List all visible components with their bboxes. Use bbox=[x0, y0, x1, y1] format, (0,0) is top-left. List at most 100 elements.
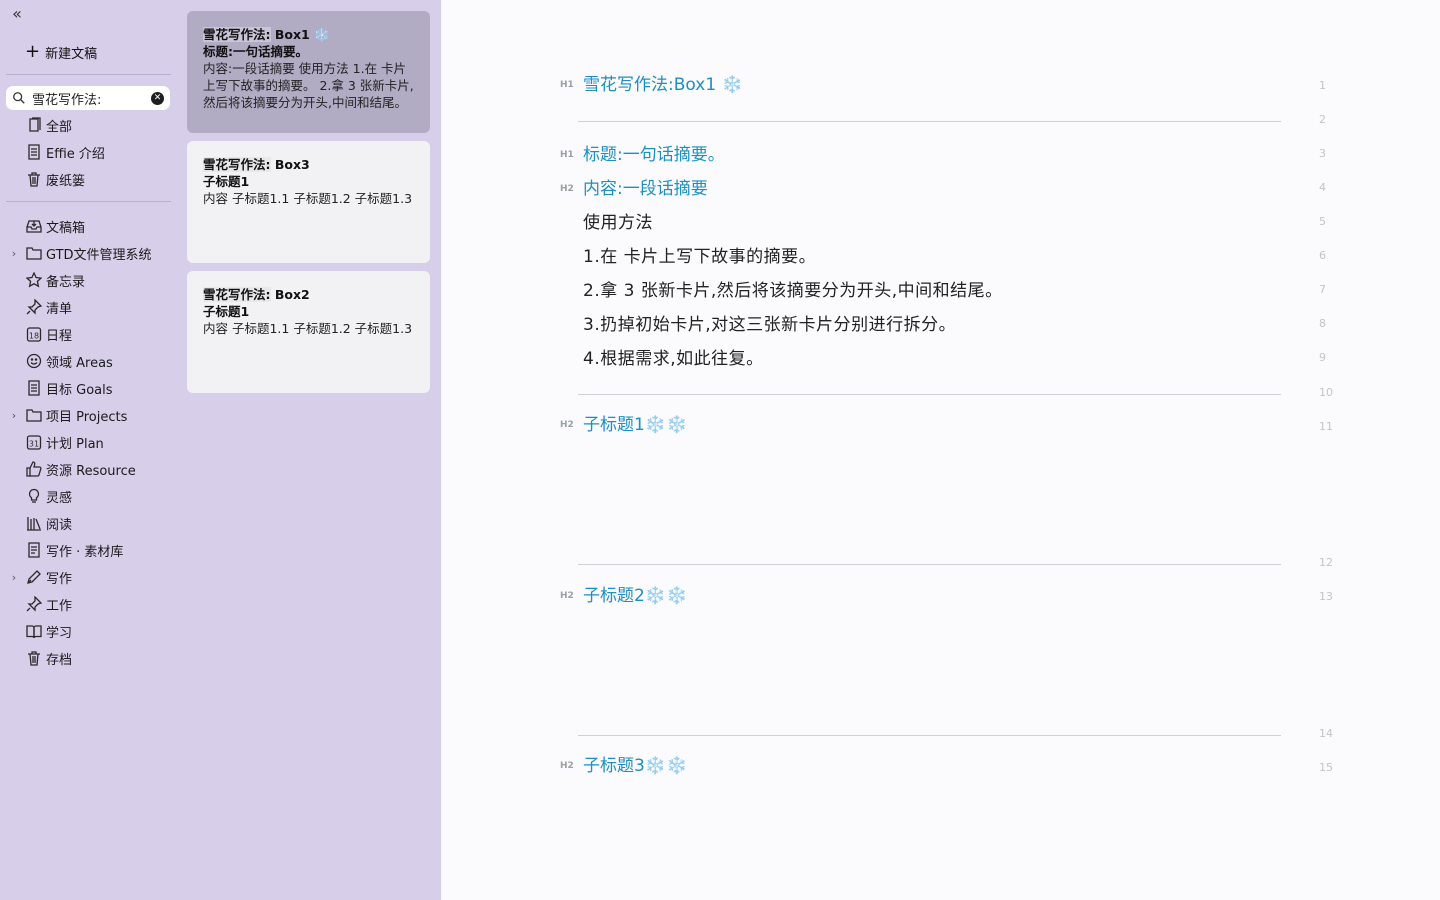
sidebar-item-label: 阅读 bbox=[46, 517, 73, 533]
editor-line[interactable]: 3.扔掉初始卡片,对这三张新卡片分别进行拆分。 bbox=[441, 311, 1440, 339]
sidebar-item-label: 文稿箱 bbox=[46, 220, 86, 236]
heading-text[interactable]: 内容:一段话摘要 bbox=[583, 175, 708, 203]
editor-line[interactable]: 1.在 卡片上写下故事的摘要。 bbox=[441, 243, 1440, 271]
search-box[interactable]: ✕ bbox=[6, 86, 170, 110]
paragraph-text[interactable]: 3.扔掉初始卡片,对这三张新卡片分别进行拆分。 bbox=[583, 311, 956, 339]
heading-text[interactable]: 标题:一句话摘要。 bbox=[583, 141, 725, 169]
card-title: 雪花写作法: Box2 bbox=[203, 286, 414, 303]
heading-text[interactable]: 子标题3❄️❄️ bbox=[583, 752, 687, 780]
heading-level-tag: H1 bbox=[560, 150, 574, 160]
editor-line[interactable]: H2 子标题3❄️❄️ bbox=[441, 752, 1440, 780]
document-list: 雪花写作法: Box1 ❄️ 标题:一句话摘要。 内容:一段话摘要 使用方法 1… bbox=[181, 0, 441, 900]
sidebar-item-goals[interactable]: 目标 Goals bbox=[0, 376, 181, 400]
card-subtitle: 标题:一句话摘要。 bbox=[203, 44, 308, 59]
sidebar-item-label: 写作 bbox=[46, 571, 73, 587]
sidebar-item-label: 写作 · 素材库 bbox=[46, 544, 124, 560]
editor-line[interactable]: 2.拿 3 张新卡片,然后将该摘要分为开头,中间和结尾。 bbox=[441, 277, 1440, 305]
heading-level-tag: H2 bbox=[560, 761, 574, 771]
editor-line[interactable]: 使用方法 bbox=[441, 209, 1440, 237]
document-icon bbox=[25, 380, 42, 397]
editor[interactable]: H1 雪花写作法:Box1 ❄️ 1 2 H1 标题:一句话摘要。 3 H2 内… bbox=[441, 0, 1440, 900]
search-icon bbox=[13, 92, 25, 104]
sidebar-item-label: 计划 Plan bbox=[46, 436, 104, 452]
chevron-right-icon[interactable]: › bbox=[9, 409, 19, 422]
sidebar-item-study[interactable]: 学习 bbox=[0, 619, 181, 643]
sidebar-item-label: GTD文件管理系统 bbox=[46, 247, 152, 263]
trash-icon bbox=[25, 171, 42, 188]
editor-line[interactable]: H2 子标题2❄️❄️ bbox=[441, 582, 1440, 610]
sidebar-item-label: 备忘录 bbox=[46, 274, 86, 290]
sidebar-item-work[interactable]: 工作 bbox=[0, 592, 181, 616]
inbox-icon bbox=[25, 218, 42, 235]
notes-icon bbox=[25, 542, 42, 559]
card-title-rest: Box1 ❄️ bbox=[274, 27, 330, 42]
line-number: 12 bbox=[1319, 556, 1333, 569]
sidebar-item-areas[interactable]: 领域 Areas bbox=[0, 349, 181, 373]
sidebar-item-label: 全部 bbox=[46, 119, 73, 135]
sidebar-item-gtd[interactable]: › GTD文件管理系统 bbox=[0, 241, 181, 265]
sidebar-item-label: 目标 Goals bbox=[46, 382, 113, 398]
editor-line[interactable]: H2 子标题1❄️❄️ bbox=[441, 411, 1440, 439]
sidebar-item-resource[interactable]: 资源 Resource bbox=[0, 457, 181, 481]
paragraph-text[interactable]: 4.根据需求,如此往复。 bbox=[583, 345, 764, 373]
card-title-rest: Box2 bbox=[274, 287, 310, 302]
editor-line[interactable]: 4.根据需求,如此往复。 bbox=[441, 345, 1440, 373]
sidebar-item-inspiration[interactable]: 灵感 bbox=[0, 484, 181, 508]
line-number: 4 bbox=[1319, 181, 1326, 194]
line-number: 5 bbox=[1319, 215, 1326, 228]
card-title-rest: Box3 bbox=[274, 157, 310, 172]
card-subtitle: 子标题1 bbox=[203, 174, 250, 189]
plus-icon: + bbox=[25, 41, 41, 62]
paragraph-text[interactable]: 2.拿 3 张新卡片,然后将该摘要分为开头,中间和结尾。 bbox=[583, 277, 1003, 305]
search-input[interactable] bbox=[32, 90, 142, 106]
editor-line[interactable]: H1 雪花写作法:Box1 ❄️ bbox=[441, 71, 1440, 99]
sidebar-item-projects[interactable]: › 项目 Projects bbox=[0, 403, 181, 427]
heading-text[interactable]: 子标题1❄️❄️ bbox=[583, 411, 687, 439]
sidebar-item-archive[interactable]: 存档 bbox=[0, 646, 181, 670]
paragraph-text[interactable]: 1.在 卡片上写下故事的摘要。 bbox=[583, 243, 816, 271]
sidebar-item-writing-material[interactable]: 写作 · 素材库 bbox=[0, 538, 181, 562]
sidebar-item-inbox[interactable]: 文稿箱 bbox=[0, 214, 181, 238]
divider bbox=[6, 74, 171, 75]
doc-card-box1[interactable]: 雪花写作法: Box1 ❄️ 标题:一句话摘要。 内容:一段话摘要 使用方法 1… bbox=[187, 11, 430, 133]
doc-card-box3[interactable]: 雪花写作法: Box3 子标题1 内容 子标题1.1 子标题1.2 子标题1.3 bbox=[187, 141, 430, 263]
line-number: 10 bbox=[1319, 386, 1333, 399]
sidebar-item-label: Effie 介绍 bbox=[46, 146, 105, 162]
card-title: 雪花写作法: Box3 bbox=[203, 156, 414, 173]
sidebar-item-label: 领域 Areas bbox=[46, 355, 113, 371]
line-number: 9 bbox=[1319, 351, 1326, 364]
editor-line[interactable]: H2 内容:一段话摘要 bbox=[441, 175, 1440, 203]
sidebar-item-checklist[interactable]: 清单 bbox=[0, 295, 181, 319]
heading-text[interactable]: 雪花写作法:Box1 ❄️ bbox=[583, 71, 743, 99]
sidebar-item-memo[interactable]: 备忘录 bbox=[0, 268, 181, 292]
chevron-right-icon[interactable]: › bbox=[9, 247, 19, 260]
horizontal-rule bbox=[578, 564, 1281, 565]
heading-text[interactable]: 子标题2❄️❄️ bbox=[583, 582, 687, 610]
sidebar-item-all[interactable]: 全部 bbox=[0, 113, 181, 137]
sidebar-item-schedule[interactable]: 18 日程 bbox=[0, 322, 181, 346]
sidebar-item-writing[interactable]: › 写作 bbox=[0, 565, 181, 589]
line-number: 2 bbox=[1319, 113, 1326, 126]
sidebar-item-effie-intro[interactable]: Effie 介绍 bbox=[0, 140, 181, 164]
line-number: 14 bbox=[1319, 727, 1333, 740]
new-doc-button[interactable]: + 新建文稿 bbox=[25, 42, 97, 62]
calendar-icon: 31 bbox=[25, 434, 42, 451]
lightbulb-icon bbox=[25, 488, 42, 505]
smiley-icon bbox=[25, 353, 42, 370]
sidebar-item-trash[interactable]: 废纸篓 bbox=[0, 167, 181, 191]
sidebar-item-reading[interactable]: 阅读 bbox=[0, 511, 181, 535]
card-title-highlight: 雪花写作法: bbox=[203, 157, 271, 172]
clear-search-icon[interactable]: ✕ bbox=[151, 91, 164, 105]
document-icon bbox=[25, 144, 42, 161]
calendar-icon: 18 bbox=[25, 326, 42, 343]
sidebar-item-label: 资源 Resource bbox=[46, 463, 136, 479]
collapse-sidebar-icon[interactable]: « bbox=[8, 5, 26, 23]
paragraph-text[interactable]: 使用方法 bbox=[583, 209, 653, 237]
heading-level-tag: H2 bbox=[560, 591, 574, 601]
sidebar-item-label: 工作 bbox=[46, 598, 73, 614]
editor-line[interactable]: H1 标题:一句话摘要。 bbox=[441, 141, 1440, 169]
chevron-right-icon[interactable]: › bbox=[9, 571, 19, 584]
svg-text:31: 31 bbox=[28, 440, 38, 449]
sidebar-item-plan[interactable]: 31 计划 Plan bbox=[0, 430, 181, 454]
doc-card-box2[interactable]: 雪花写作法: Box2 子标题1 内容 子标题1.1 子标题1.2 子标题1.3 bbox=[187, 271, 430, 393]
